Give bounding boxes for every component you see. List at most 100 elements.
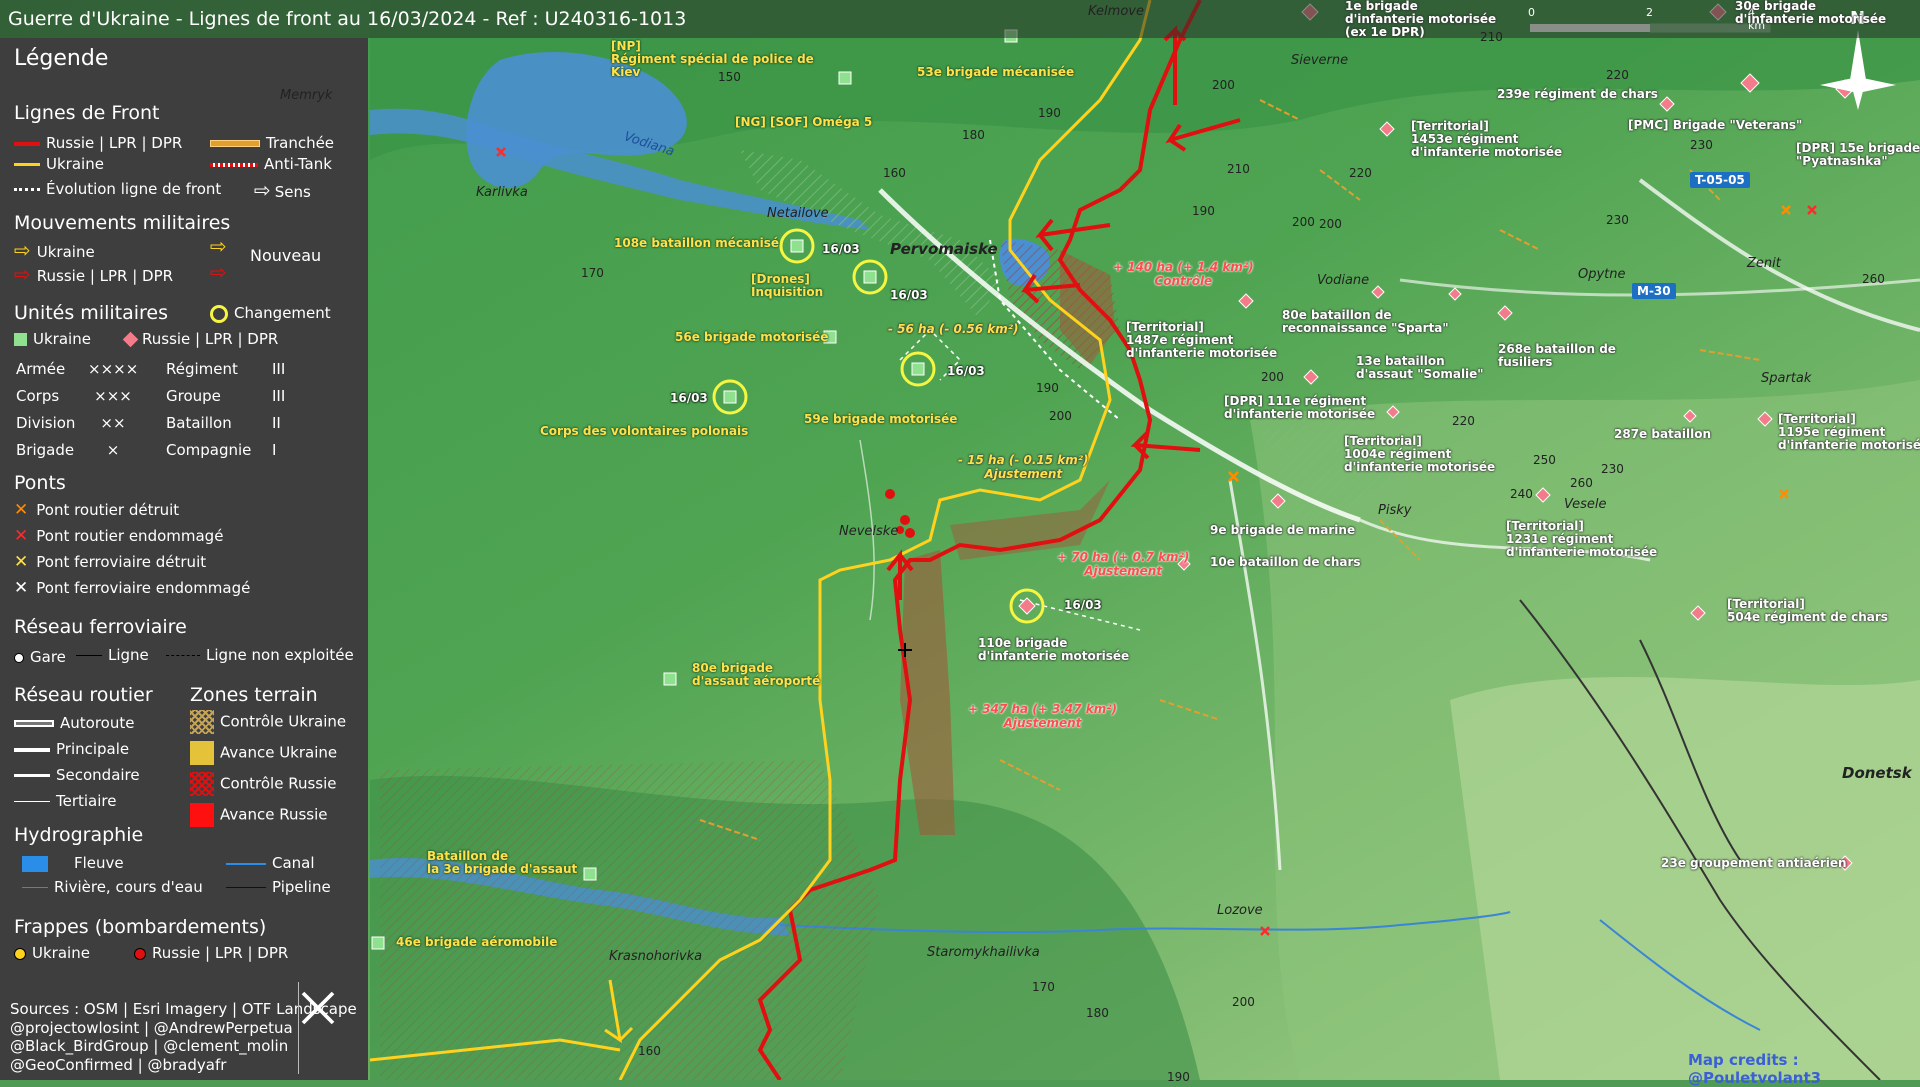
road-swatch <box>14 774 50 777</box>
legend-bridge-label: Pont routier détruit <box>36 501 180 519</box>
town-label-14: Lozove <box>1217 903 1263 918</box>
x-logo-icon[interactable] <box>298 988 338 1028</box>
map-credits: Map credits : @Pouletvolant3 <box>1688 1051 1822 1087</box>
legend-strikes-title: Frappes (bombardements) <box>14 916 267 938</box>
ua-unit-label-9: Bataillon de la 3e brigade d'assaut <box>427 849 578 876</box>
ru-unit-label-8: 268e bataillon de fusiliers <box>1498 342 1616 369</box>
legend-front-russia: Russie | LPR | DPR <box>14 134 182 152</box>
legend-road-label: Tertiaire <box>56 792 117 810</box>
legend-terrain-label: Avance Ukraine <box>220 743 338 762</box>
elevation-label-24: 180 <box>1086 1006 1109 1020</box>
bridge-x-icon: ✕ <box>14 578 29 598</box>
elevation-label-3: 200 <box>1212 78 1235 92</box>
scale-two: 2 <box>1646 6 1653 19</box>
legend-unit-sym-0: ×××× <box>88 360 139 378</box>
ru-unit-label-5: [DPR] 15e brigade "Pyatnashka" <box>1796 141 1920 168</box>
ua-unit-label-2: [NG] [SOF] Oméga 5 <box>735 115 873 129</box>
elevation-label-26: 200 <box>1232 995 1255 1009</box>
legend-unit-sym-1: ××× <box>94 387 132 405</box>
elevation-label-4: 190 <box>1038 106 1061 120</box>
ua-unit-label-5: 56e brigade motorisée <box>675 330 829 344</box>
legend-unit-size2-0: Régiment <box>166 360 238 378</box>
ru-unit-label-11: [Territorial] 1004e régiment d'infanterie … <box>1344 434 1496 474</box>
legend-terrain-2: Contrôle Russie <box>190 772 337 796</box>
ru-unit-label-14: 9e brigade de marine <box>1210 523 1356 537</box>
change-label-3: + 70 ha (+ 0.7 km²) Ajustement <box>1057 550 1190 578</box>
legend-unit-ukraine: Ukraine <box>14 330 91 348</box>
date-label-3: 16/03 <box>670 391 708 405</box>
bridge-x-icon: ✕ <box>14 526 29 546</box>
town-label-17: Memryk <box>280 88 333 103</box>
legend-unit-sym-2: ×× <box>100 414 126 432</box>
legend-bridges-title: Ponts <box>14 472 66 494</box>
legend-terrain-1: Avance Ukraine <box>190 741 337 765</box>
terrain-swatch <box>190 741 214 765</box>
change-label-2: - 15 ha (- 0.15 km²) Ajustement <box>958 453 1089 481</box>
ru-unit-label-19: 23e groupement antiaérien <box>1661 856 1847 870</box>
elevation-label-2: 230 <box>1690 138 1713 152</box>
legend-unit-size2-2: Bataillon <box>166 414 232 432</box>
ru-unit-label-15: 10e bataillon de chars <box>1210 555 1361 569</box>
arrow-new-red-icon: ⇨ <box>210 260 227 284</box>
legend-terrain-label: Contrôle Russie <box>220 774 337 793</box>
town-label-1: Sieverne <box>1291 53 1349 68</box>
legend-unit-sym2-3: I <box>272 441 277 459</box>
legend-hydro-pipeline: Pipeline <box>226 878 331 896</box>
town-label-11: Pisky <box>1378 503 1412 518</box>
ru-unit-label-16: [Territorial] 1231e régiment d'infanterie … <box>1506 519 1658 559</box>
legend-road-label: Principale <box>56 740 130 758</box>
legend-terrain-title: Zones terrain <box>190 684 318 706</box>
legend-front-ukraine: Ukraine <box>14 155 104 173</box>
elevation-label-7: 160 <box>883 166 906 180</box>
ru-unit-label-2: 239e régiment de chars <box>1497 87 1658 101</box>
ua-unit-label-0: [NP] Régiment spécial de police de Kiev <box>611 39 814 79</box>
terrain-swatch <box>190 772 214 796</box>
legend-direction: ⇨ Sens <box>254 178 311 202</box>
elevation-label-20: 260 <box>1570 476 1593 490</box>
legend-unit-size-1: Corps <box>16 387 60 405</box>
elevation-label-19: 250 <box>1533 453 1556 467</box>
road-swatch <box>14 720 54 727</box>
town-label-12: Vesele <box>1564 497 1607 512</box>
legend-terrain-label: Avance Russie <box>220 805 328 824</box>
legend-road-label: Secondaire <box>56 766 140 784</box>
legend-terrain-label: Contrôle Ukraine <box>220 712 347 731</box>
legend-unit-size-2: Division <box>16 414 76 432</box>
elevation-label-5: 180 <box>962 128 985 142</box>
legend-units-title: Unités militaires <box>14 302 169 324</box>
elevation-label-8: 150 <box>718 70 741 84</box>
legend-bridge-label: Pont ferroviaire endommagé <box>36 579 251 597</box>
ua-unit-label-1: 53e brigade mécanisée <box>917 65 1075 79</box>
ru-unit-label-17: [Territorial] 504e régiment de chars <box>1727 597 1888 624</box>
ru-unit-label-10: [DPR] 111e régiment d'infanterie motorisé… <box>1224 394 1376 421</box>
legend-move-ukraine: ⇨ Ukraine <box>14 238 95 262</box>
town-label-6: Vodiane <box>1317 273 1370 288</box>
legend-unit-size-3: Brigade <box>16 441 75 459</box>
legend-road-0: Autoroute <box>14 714 134 732</box>
legend-evolution: Évolution ligne de front <box>14 180 221 198</box>
ua-unit-label-8: 80e brigade d'assaut aéroporté <box>692 661 821 688</box>
change-label-1: - 56 ha (- 0.56 km²) <box>888 322 1019 336</box>
legend-rail-station: Gare <box>14 648 66 666</box>
arrow-yellow-icon: ⇨ <box>14 238 31 262</box>
ru-unit-label-7: 80e bataillon de reconnaissance "Sparta" <box>1282 308 1449 335</box>
legend-unit-size2-1: Groupe <box>166 387 221 405</box>
legend-unit-size-0: Armée <box>16 360 66 378</box>
legend-unit-sym-3: × <box>106 441 120 459</box>
ua-unit-label-4: [Drones] Inquisition <box>751 272 824 299</box>
elevation-label-10: 220 <box>1349 166 1372 180</box>
town-label-16: Staromykhailivka <box>927 945 1040 960</box>
elevation-label-18: 220 <box>1452 414 1475 428</box>
town-label-15: Krasnohorivka <box>609 949 703 964</box>
road-swatch <box>14 747 50 752</box>
change-label-4: + 347 ha (+ 3.47 km²) Ajustement <box>968 702 1118 730</box>
town-label-9: Spartak <box>1761 371 1812 386</box>
legend-bridge-1: ✕ Pont routier endommagé <box>14 526 223 546</box>
legend-bridge-0: ✕ Pont routier détruit <box>14 500 179 520</box>
legend-heading: Légende <box>14 46 109 71</box>
ua-unit-label-10: 46e brigade aéromobile <box>396 935 558 949</box>
legend-antitank: Anti-Tank <box>210 155 332 173</box>
town-label-4: Netailove <box>767 206 829 221</box>
town-label-5: Pervomaiske <box>890 240 998 258</box>
legend-road-2: Secondaire <box>14 766 140 784</box>
